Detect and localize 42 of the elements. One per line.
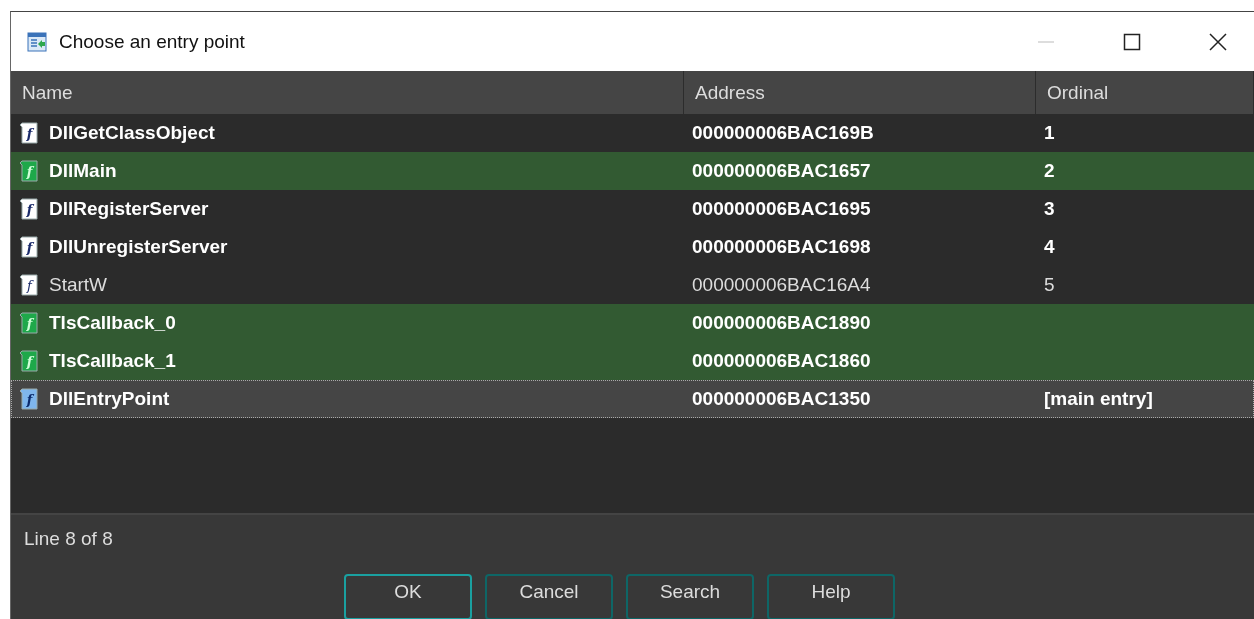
column-header[interactable]: Ordinal	[1036, 71, 1254, 115]
table-cell: DllRegisterServer	[49, 198, 209, 221]
function-icon: f	[19, 350, 39, 373]
function-icon: f	[19, 236, 39, 259]
table-cell: DllMain	[49, 160, 117, 183]
table-cell: TlsCallback_1	[49, 350, 176, 373]
table-cell: StartW	[49, 274, 108, 297]
function-icon: f	[19, 198, 39, 221]
table-cell: 000000006BAC1890	[692, 312, 871, 335]
table-cell: 5	[1044, 274, 1055, 297]
status-text: Line 8 of 8	[24, 528, 113, 551]
table-cell: 1	[1044, 122, 1055, 145]
table-cell: 3	[1044, 198, 1055, 221]
dialog-button[interactable]: OK	[344, 574, 472, 619]
dialog-icon	[27, 31, 47, 52]
close-icon[interactable]	[1208, 31, 1228, 52]
table-cell: 000000006BAC1695	[692, 198, 871, 221]
table-cell: 000000006BAC1350	[692, 388, 871, 411]
table-cell: 000000006BAC1860	[692, 350, 871, 373]
table-cell: DllEntryPoint	[49, 388, 170, 411]
table-cell: [main entry]	[1044, 388, 1153, 411]
function-icon: f	[19, 274, 39, 297]
dialog-button[interactable]: Cancel	[485, 574, 613, 619]
dialog-button[interactable]: Search	[626, 574, 754, 619]
column-header[interactable]: Name	[11, 71, 684, 115]
table-cell: DllUnregisterServer	[49, 236, 228, 259]
dialog-button[interactable]: Help	[767, 574, 895, 619]
window-title: Choose an entry point	[59, 30, 245, 53]
table-cell: 2	[1044, 160, 1055, 183]
function-icon: f	[19, 122, 39, 145]
table-cell: DllGetClassObject	[49, 122, 215, 145]
table-cell: 000000006BAC1698	[692, 236, 871, 259]
column-header[interactable]: Address	[684, 71, 1036, 115]
function-icon: f	[19, 160, 39, 183]
table-cell: 000000006BAC169B	[692, 122, 874, 145]
table-cell: 4	[1044, 236, 1055, 259]
function-icon: f	[19, 312, 39, 335]
table-cell: 000000006BAC1657	[692, 160, 871, 183]
table-cell: 000000006BAC16A4	[692, 274, 871, 297]
function-icon: f	[19, 388, 39, 411]
maximize-icon[interactable]	[1122, 31, 1142, 52]
table-cell: TlsCallback_0	[49, 312, 176, 335]
